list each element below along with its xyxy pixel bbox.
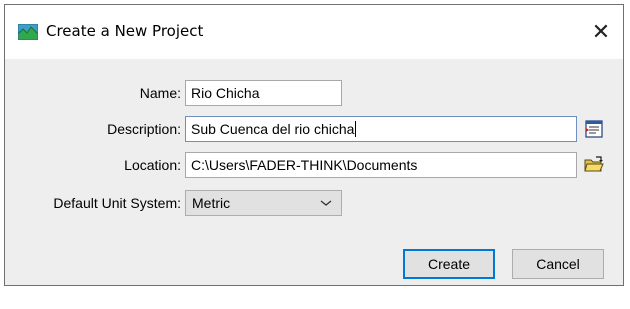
description-field[interactable]: Sub Cuenca del rio chicha <box>185 116 577 142</box>
unit-system-select[interactable]: Metric <box>185 190 342 216</box>
description-value: Sub Cuenca del rio chicha <box>191 121 355 137</box>
chevron-down-icon <box>320 200 332 206</box>
create-project-dialog: Create a New Project ✕ Name: Rio Chicha … <box>4 4 624 286</box>
close-icon: ✕ <box>591 19 611 45</box>
text-caret <box>355 121 357 137</box>
unit-system-value: Metric <box>192 195 231 211</box>
description-editor-button[interactable] <box>584 119 604 139</box>
browse-button[interactable] <box>584 155 604 175</box>
window-title: Create a New Project <box>46 22 204 40</box>
location-field[interactable]: C:\Users\FADER-THINK\Documents <box>185 152 577 178</box>
text-editor-icon <box>585 120 603 138</box>
close-button[interactable]: ✕ <box>579 5 623 59</box>
cancel-button[interactable]: Cancel <box>512 249 604 279</box>
create-button[interactable]: Create <box>403 249 495 279</box>
open-folder-icon <box>584 156 604 172</box>
name-field[interactable]: Rio Chicha <box>185 80 342 106</box>
description-label: Description: <box>107 121 181 137</box>
name-label: Name: <box>139 85 181 101</box>
landscape-icon <box>18 24 38 40</box>
title-bar: Create a New Project ✕ <box>5 5 623 59</box>
unit-system-label: Default Unit System: <box>53 195 181 211</box>
location-label: Location: <box>124 157 181 173</box>
